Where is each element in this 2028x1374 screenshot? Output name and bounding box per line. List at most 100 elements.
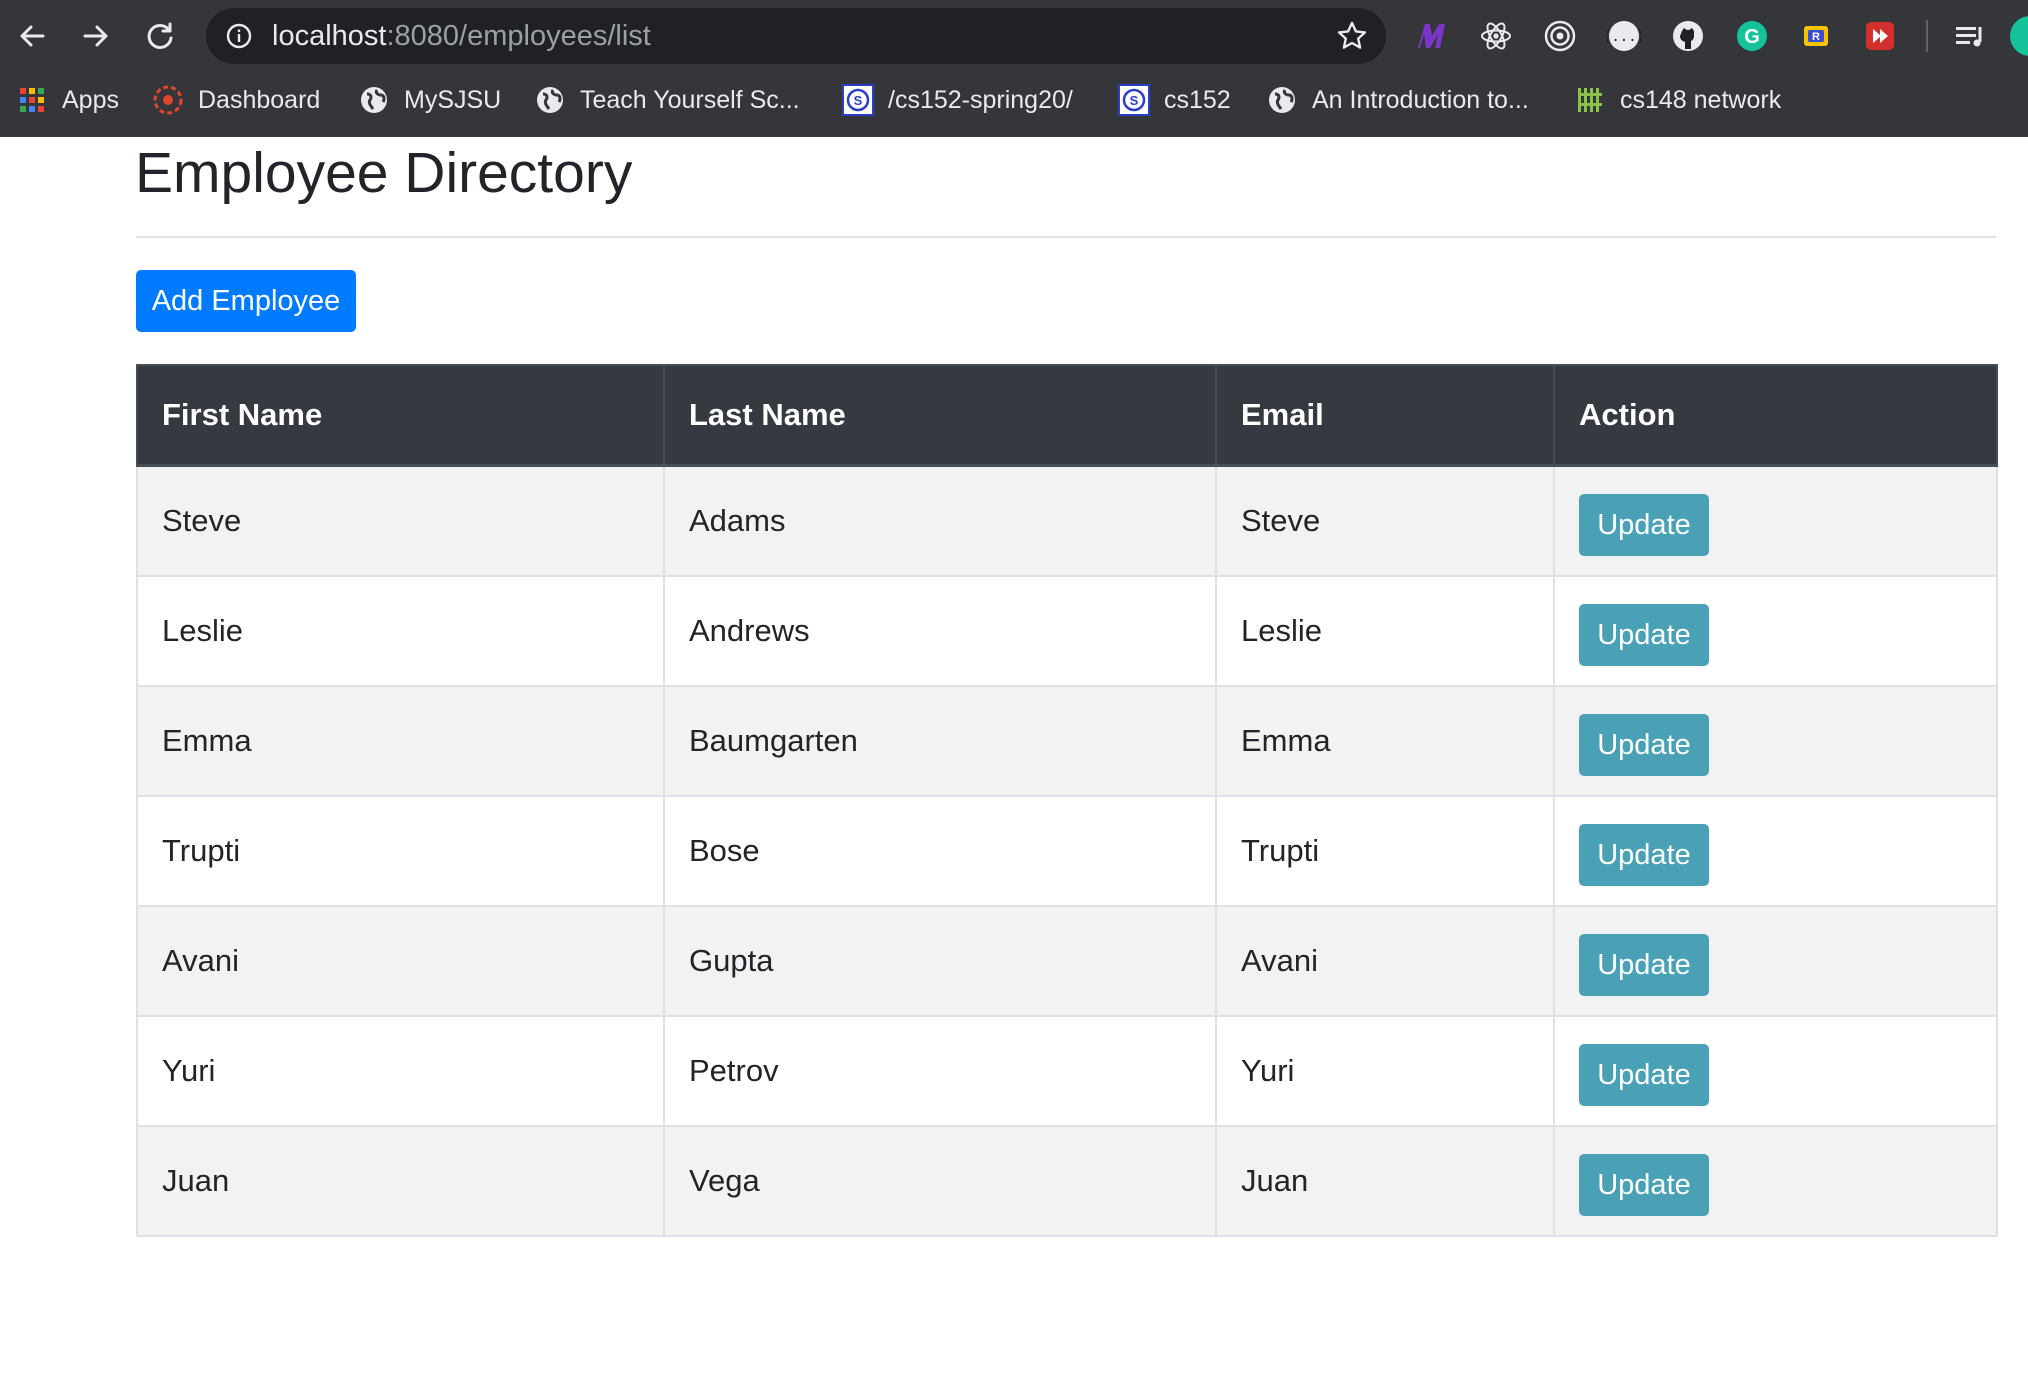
column-header-last-name: Last Name <box>663 364 1217 467</box>
globe-icon <box>534 84 566 116</box>
svg-text:S: S <box>1130 93 1139 108</box>
last-name-cell: Andrews <box>663 575 1217 687</box>
table-row: Steve Adams Steve Update <box>136 464 1998 577</box>
m-extension-icon[interactable] <box>1412 16 1452 56</box>
email-cell: Juan <box>1215 1125 1555 1237</box>
action-cell: Update <box>1553 795 1998 907</box>
network-grid-icon <box>1574 84 1606 116</box>
bookmark-label: /cs152-spring20/ <box>888 85 1073 114</box>
bookmarks-bar: Apps Dashboard MySJSU Teach Yourself Sc.… <box>0 78 2028 122</box>
email-cell: Emma <box>1215 685 1555 797</box>
svg-text:{...}: {...} <box>1607 29 1641 45</box>
bookmark-label: Teach Yourself Sc... <box>580 85 800 114</box>
profile-avatar[interactable] <box>2010 16 2028 56</box>
last-name-cell: Baumgarten <box>663 685 1217 797</box>
email-cell: Yuri <box>1215 1015 1555 1127</box>
globe-icon <box>1266 84 1298 116</box>
target-icon[interactable] <box>1540 16 1580 56</box>
update-button[interactable]: Update <box>1579 1154 1709 1216</box>
last-name-cell: Gupta <box>663 905 1217 1017</box>
forward-button[interactable] <box>74 14 118 58</box>
first-name-cell: Leslie <box>136 575 665 687</box>
forward-arrow-icon <box>83 25 108 47</box>
github-icon[interactable] <box>1668 16 1708 56</box>
table-row: Trupti Bose Trupti Update <box>136 795 1998 907</box>
first-name-cell: Avani <box>136 905 665 1017</box>
last-name-cell: Petrov <box>663 1015 1217 1127</box>
url-host: localhost <box>272 20 387 52</box>
bookmark-cs152-spring20[interactable]: S /cs152-spring20/ <box>842 78 1073 122</box>
back-arrow-icon <box>20 25 45 47</box>
first-name-cell: Emma <box>136 685 665 797</box>
url-text[interactable]: localhost:8080/employees/list <box>272 8 651 64</box>
bookmark-an-introduction[interactable]: An Introduction to... <box>1266 78 1529 122</box>
back-button[interactable] <box>10 14 54 58</box>
first-name-cell: Yuri <box>136 1015 665 1127</box>
globe-icon <box>358 84 390 116</box>
update-button[interactable]: Update <box>1579 1044 1709 1106</box>
react-devtools-icon[interactable] <box>1476 16 1516 56</box>
email-cell: Steve <box>1215 464 1555 577</box>
update-button[interactable]: Update <box>1579 934 1709 996</box>
update-button[interactable]: Update <box>1579 604 1709 666</box>
apps-grid-icon <box>16 84 48 116</box>
table-row: Avani Gupta Avani Update <box>136 905 1998 1017</box>
video-skip-icon[interactable] <box>1860 16 1900 56</box>
email-cell: Avani <box>1215 905 1555 1017</box>
reload-icon <box>147 22 173 49</box>
bookmark-teach-yourself[interactable]: Teach Yourself Sc... <box>534 78 800 122</box>
add-employee-button[interactable]: Add Employee <box>136 270 356 332</box>
update-button[interactable]: Update <box>1579 824 1709 886</box>
json-viewer-icon[interactable]: {...} <box>1604 16 1644 56</box>
svg-text:R: R <box>1812 31 1820 43</box>
browser-chrome: localhost:8080/employees/list {...} G R <box>0 0 2028 137</box>
bookmark-label: An Introduction to... <box>1312 85 1529 114</box>
update-button[interactable]: Update <box>1579 494 1709 556</box>
site-info-icon[interactable] <box>226 23 252 49</box>
bookmark-apps[interactable]: Apps <box>16 78 119 122</box>
redux-icon[interactable]: R <box>1796 16 1836 56</box>
site-favicon-icon: S <box>842 84 874 116</box>
bookmark-cs152[interactable]: S cs152 <box>1118 78 1231 122</box>
update-button[interactable]: Update <box>1579 714 1709 776</box>
reload-button[interactable] <box>138 14 182 58</box>
dashboard-icon <box>152 84 184 116</box>
action-cell: Update <box>1553 905 1998 1017</box>
title-divider <box>136 236 1996 238</box>
column-header-action: Action <box>1553 364 1998 467</box>
reading-list-icon[interactable] <box>1950 16 1990 56</box>
table-row: Yuri Petrov Yuri Update <box>136 1015 1998 1127</box>
grammarly-icon[interactable]: G <box>1732 16 1772 56</box>
address-bar[interactable]: localhost:8080/employees/list <box>206 8 1386 64</box>
action-cell: Update <box>1553 464 1998 577</box>
last-name-cell: Adams <box>663 464 1217 577</box>
url-path: :8080/employees/list <box>386 20 651 52</box>
last-name-cell: Bose <box>663 795 1217 907</box>
table-row: Leslie Andrews Leslie Update <box>136 575 1998 687</box>
bookmark-label: Dashboard <box>198 85 321 114</box>
first-name-cell: Trupti <box>136 795 665 907</box>
column-header-first-name: First Name <box>136 364 665 467</box>
action-cell: Update <box>1553 1015 1998 1127</box>
employee-table: First Name Last Name Email Action Steve … <box>136 364 1998 1237</box>
table-row: Emma Baumgarten Emma Update <box>136 685 1998 797</box>
last-name-cell: Vega <box>663 1125 1217 1237</box>
bookmark-label: cs148 network <box>1620 85 1782 114</box>
bookmark-mysjsu[interactable]: MySJSU <box>358 78 501 122</box>
table-row: Juan Vega Juan Update <box>136 1125 1998 1237</box>
bookmark-star-icon[interactable] <box>1336 20 1368 52</box>
email-cell: Leslie <box>1215 575 1555 687</box>
bookmark-dashboard[interactable]: Dashboard <box>152 78 320 122</box>
email-cell: Trupti <box>1215 795 1555 907</box>
column-header-email: Email <box>1215 364 1555 467</box>
svg-text:G: G <box>1744 26 1760 48</box>
action-cell: Update <box>1553 1125 1998 1237</box>
action-cell: Update <box>1553 685 1998 797</box>
site-favicon-icon: S <box>1118 84 1150 116</box>
first-name-cell: Steve <box>136 464 665 577</box>
toolbar-divider <box>1926 20 1928 52</box>
table-header: First Name Last Name Email Action <box>136 364 1998 467</box>
action-cell: Update <box>1553 575 1998 687</box>
bookmark-cs148-network[interactable]: cs148 network <box>1574 78 1781 122</box>
header-row: First Name Last Name Email Action <box>136 364 1998 467</box>
